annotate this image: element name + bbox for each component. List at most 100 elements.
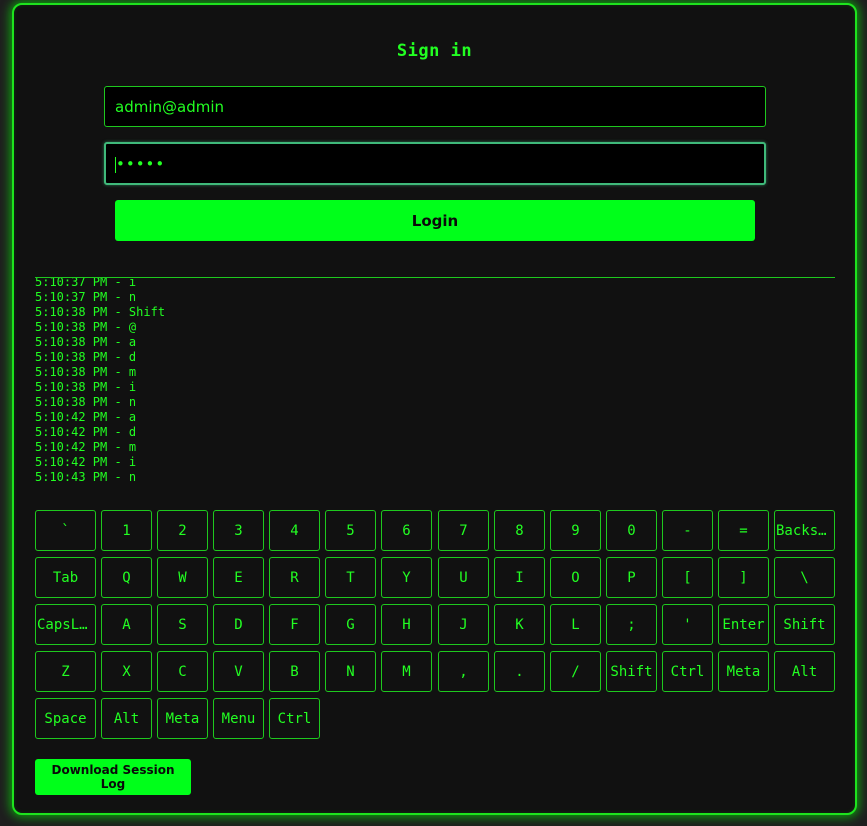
log-entry: 5:10:38 PM - @ [35, 320, 137, 334]
key-label: [ [683, 569, 692, 586]
key-shift[interactable]: Shift [774, 604, 835, 645]
key-meta[interactable]: Meta [157, 698, 208, 739]
key-b[interactable]: B [269, 651, 320, 692]
key-tab[interactable]: Tab [35, 557, 96, 598]
log-entry: 5:10:42 PM - m [35, 440, 137, 454]
key-sym2-11[interactable]: ' [662, 604, 713, 645]
key-label: E [234, 569, 243, 586]
key-z[interactable]: Z [35, 651, 96, 692]
key-sym2-10[interactable]: ; [606, 604, 657, 645]
key-9[interactable]: 9 [550, 510, 601, 551]
log-entry: 5:10:37 PM - i [35, 277, 137, 289]
log-entry: 5:10:38 PM - d [35, 350, 137, 364]
key-label: A [122, 616, 131, 633]
key-k[interactable]: K [494, 604, 545, 645]
key-ctrl[interactable]: Ctrl [662, 651, 713, 692]
key-label: R [290, 569, 299, 586]
keyboard-row: ` 1 2 3 4 5 6 7 8 9 0 - = Backspace [35, 510, 835, 557]
key-q[interactable]: Q [101, 557, 152, 598]
key-label: P [627, 569, 636, 586]
key-sym3-7[interactable]: , [438, 651, 489, 692]
key-6[interactable]: 6 [381, 510, 432, 551]
key-label: Enter [722, 616, 765, 633]
key-label: T [346, 569, 355, 586]
key-label: 8 [515, 522, 524, 539]
key-j[interactable]: J [438, 604, 489, 645]
keyboard-row: CapsLock A S D F G H J K L; ' Enter Shift [35, 604, 835, 651]
key-w[interactable]: W [157, 557, 208, 598]
key-label: Menu [221, 710, 256, 727]
page-title: Sign in [396, 41, 473, 61]
key-h[interactable]: H [381, 604, 432, 645]
key-c[interactable]: C [157, 651, 208, 692]
key-sym3-9[interactable]: / [550, 651, 601, 692]
key-alt[interactable]: Alt [101, 698, 152, 739]
key-2[interactable]: 2 [157, 510, 208, 551]
key-f[interactable]: F [269, 604, 320, 645]
key-3[interactable]: 3 [213, 510, 264, 551]
key-t[interactable]: T [325, 557, 376, 598]
key-capslock[interactable]: CapsLock [35, 604, 96, 645]
key-s[interactable]: S [157, 604, 208, 645]
key-o[interactable]: O [550, 557, 601, 598]
key-e[interactable]: E [213, 557, 264, 598]
key-label: Backspace [776, 522, 833, 539]
key-label: M [402, 663, 411, 680]
key-space[interactable]: Space [35, 698, 96, 739]
key-p[interactable]: P [606, 557, 657, 598]
key-label: H [402, 616, 411, 633]
key-4[interactable]: 4 [269, 510, 320, 551]
keyboard-row: Z X C V B N M,. / Shift Ctrl Meta Alt [35, 651, 835, 698]
key-sym3-8[interactable]: . [494, 651, 545, 692]
text-caret [115, 157, 116, 173]
password-field[interactable] [104, 142, 766, 185]
key-label: Q [122, 569, 131, 586]
key-sym0-11[interactable]: - [662, 510, 713, 551]
key-label: 5 [346, 522, 355, 539]
key-7[interactable]: 7 [438, 510, 489, 551]
key-d[interactable]: D [213, 604, 264, 645]
key-x[interactable]: X [101, 651, 152, 692]
key-r[interactable]: R [269, 557, 320, 598]
key-label: 6 [402, 522, 411, 539]
log-entry: 5:10:38 PM - Shift [35, 305, 166, 319]
key-sym0-0[interactable]: ` [35, 510, 96, 551]
key-v[interactable]: V [213, 651, 264, 692]
key-a[interactable]: A [101, 604, 152, 645]
key-y[interactable]: Y [381, 557, 432, 598]
key-5[interactable]: 5 [325, 510, 376, 551]
download-session-log-button[interactable]: Download Session Log [35, 759, 191, 795]
keyboard-row: Space Alt Meta Menu Ctrl [35, 698, 835, 745]
key-l[interactable]: L [550, 604, 601, 645]
key-backspace[interactable]: Backspace [774, 510, 835, 551]
key-label: C [178, 663, 187, 680]
key-label: \ [800, 569, 809, 586]
key-sym1-12[interactable]: ] [718, 557, 769, 598]
log-entry: 5:10:37 PM - n [35, 290, 137, 304]
key-label: ' [683, 616, 692, 633]
email-field[interactable] [104, 86, 766, 127]
key-sym0-12[interactable]: = [718, 510, 769, 551]
key-label: Alt [791, 663, 818, 680]
key-label: 2 [178, 522, 187, 539]
key-n[interactable]: N [325, 651, 376, 692]
key-g[interactable]: G [325, 604, 376, 645]
key-meta[interactable]: Meta [718, 651, 769, 692]
login-button[interactable]: Login [115, 200, 755, 241]
key-8[interactable]: 8 [494, 510, 545, 551]
log-entry: 5:10:42 PM - a [35, 410, 137, 424]
key-sym1-11[interactable]: [ [662, 557, 713, 598]
key-1[interactable]: 1 [101, 510, 152, 551]
key-alt[interactable]: Alt [774, 651, 835, 692]
key-enter[interactable]: Enter [718, 604, 769, 645]
key-ctrl[interactable]: Ctrl [269, 698, 320, 739]
key-shift[interactable]: Shift [606, 651, 657, 692]
key-0[interactable]: 0 [606, 510, 657, 551]
key-i[interactable]: I [494, 557, 545, 598]
key-u[interactable]: U [438, 557, 489, 598]
keyboard-row: Tab Q W E R T Y U I O P [] \ [35, 557, 835, 604]
key-menu[interactable]: Menu [213, 698, 264, 739]
key-m[interactable]: M [381, 651, 432, 692]
key-label: Meta [165, 710, 200, 727]
key-sym1-13[interactable]: \ [774, 557, 835, 598]
